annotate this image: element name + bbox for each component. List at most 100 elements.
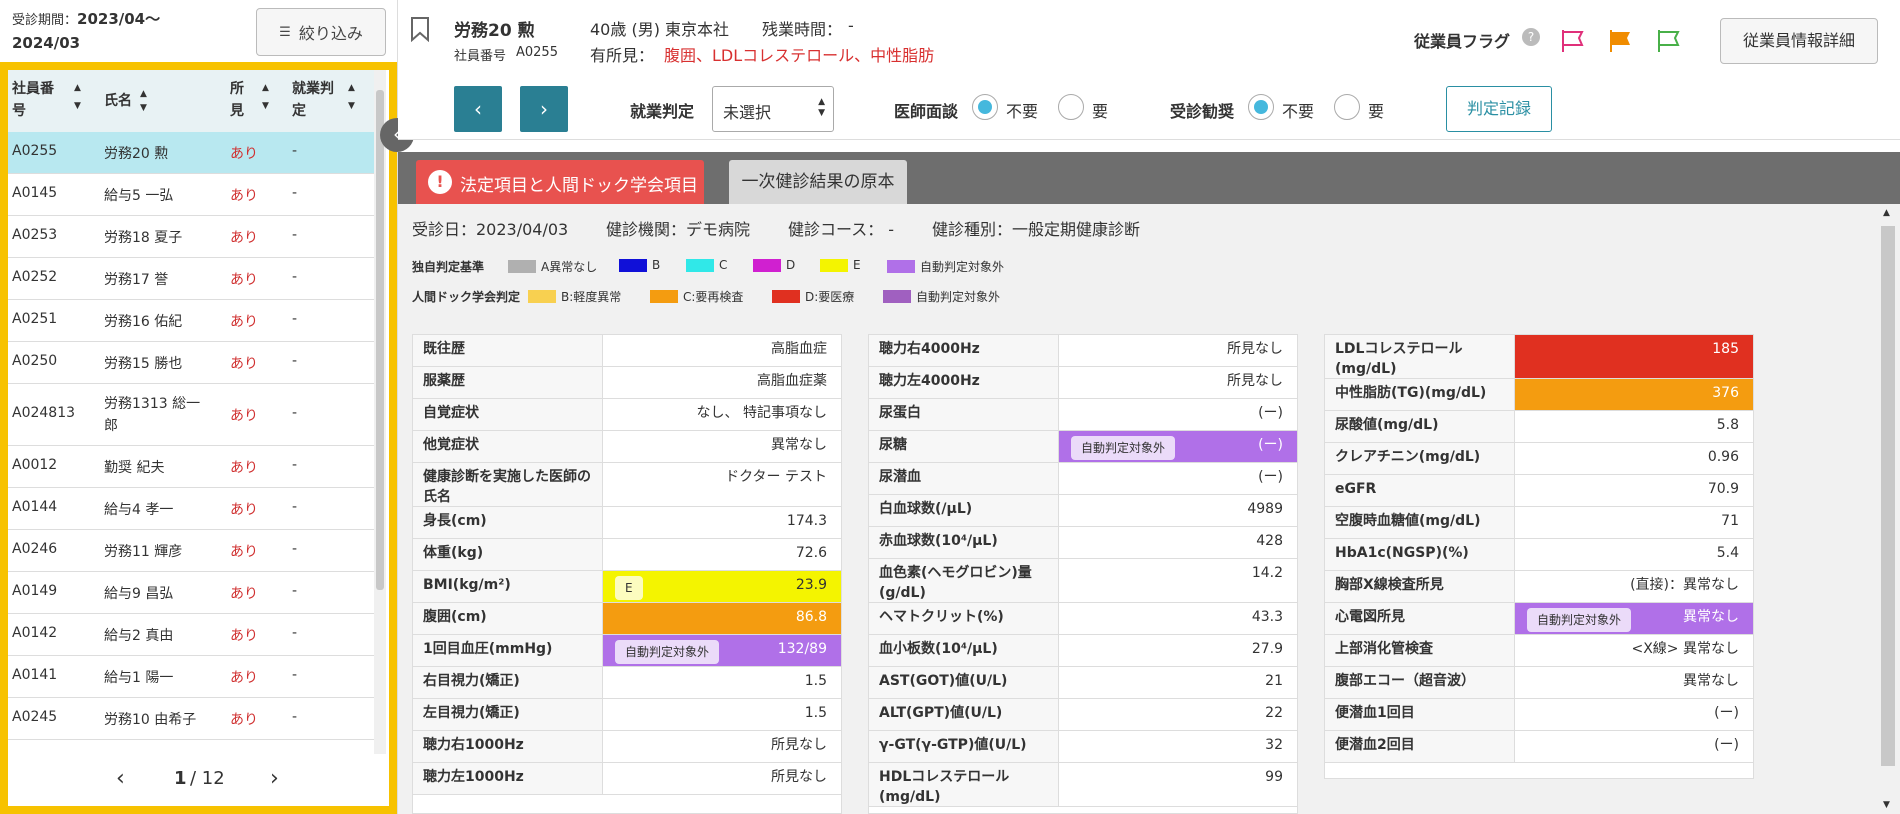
list-item[interactable]: A0253 労務18 夏子 あり -	[8, 216, 374, 258]
employee-name: 労務1313 総一郎	[104, 393, 200, 437]
result-label: eGFR	[1325, 475, 1515, 506]
result-value: (ー)	[1714, 705, 1739, 721]
result-value: 所見なし	[1227, 341, 1283, 357]
exam-institution: 健診機関：デモ病院	[606, 220, 751, 239]
list-item[interactable]: A0246 労務11 輝彦 あり -	[8, 530, 374, 572]
list-item[interactable]: A0251 労務16 佑紀 あり -	[8, 300, 374, 342]
finding-badge: あり	[230, 356, 258, 372]
work-judgment-select[interactable]: 未選択 ▲ ▼	[712, 86, 834, 132]
list-item[interactable]: A0012 勤奨 紀夫 あり -	[8, 446, 374, 488]
period: 受診期間：2023/04〜 2024/03	[12, 8, 252, 55]
result-value: 70.9	[1707, 481, 1739, 497]
list-item[interactable]: A0252 労務17 誉 あり -	[8, 258, 374, 300]
col-header-judgment[interactable]: 就業判定	[292, 78, 334, 122]
work-judgment-label: 就業判定	[630, 102, 695, 121]
result-value-cell: (ー)	[1059, 463, 1297, 494]
content-scrollbar[interactable]: ▲ ▼	[1876, 204, 1900, 814]
list-item[interactable]: A0141 給与1 陽一 あり -	[8, 656, 374, 698]
flag-green-icon[interactable]	[1656, 28, 1682, 54]
result-value-cell: 428	[1059, 527, 1297, 558]
sort-down-icon[interactable]: ▼	[74, 102, 81, 111]
sort-down-icon[interactable]: ▼	[140, 104, 147, 113]
employee-number-label: 社員番号	[454, 49, 507, 64]
overtime-label: 残業時間：	[762, 20, 843, 39]
flag-orange-icon[interactable]	[1608, 28, 1634, 54]
help-icon[interactable]: ?	[1522, 28, 1540, 46]
result-label: 聴力右1000Hz	[413, 731, 603, 762]
result-label: 身長(cm)	[413, 507, 603, 538]
list-item[interactable]: A0250 労務15 勝也 あり -	[8, 342, 374, 384]
list-item[interactable]: A0245 労務10 由希子 あり -	[8, 698, 374, 740]
list-item[interactable]: A024813 労務1313 総一郎 あり -	[8, 384, 374, 446]
sort-up-icon[interactable]: ▲	[140, 90, 147, 99]
legend-label: C	[719, 258, 728, 272]
next-employee-button[interactable]: ›	[520, 86, 568, 132]
employee-flag-label: 従業員フラグ	[1414, 32, 1511, 51]
sort-up-icon[interactable]: ▲	[74, 84, 81, 93]
result-label: 便潜血1回目	[1325, 699, 1515, 730]
result-label: LDLコレステロール(mg/dL)	[1325, 335, 1515, 378]
sort-up-icon[interactable]: ▲	[262, 84, 269, 93]
tab-original-results[interactable]: 一次健診結果の原本	[729, 160, 907, 204]
list-item[interactable]	[8, 740, 374, 754]
result-value-cell: 27.9	[1059, 635, 1297, 666]
next-page-button[interactable]: ›	[270, 766, 279, 791]
flag-red-icon[interactable]	[1560, 28, 1586, 54]
bookmark-icon[interactable]	[410, 16, 430, 42]
result-row: 血小板数(10⁴/μL) 27.9	[869, 635, 1297, 667]
list-scrollbar[interactable]	[374, 70, 386, 754]
result-label: 胸部X線検査所見	[1325, 571, 1515, 602]
sort-down-icon[interactable]: ▼	[348, 102, 355, 111]
result-value: 4989	[1247, 501, 1283, 517]
col-header-name[interactable]: 氏名	[104, 90, 132, 112]
doctor-interview-needed-radio[interactable]	[1058, 94, 1084, 120]
judgment-record-button[interactable]: 判定記録	[1446, 86, 1552, 132]
col-header-finding[interactable]: 所見	[230, 78, 244, 122]
findings-value: 腹囲、LDLコレステロール、中性脂肪	[664, 46, 935, 65]
result-label: 上部消化管検査	[1325, 635, 1515, 666]
prev-employee-button[interactable]: ‹	[454, 86, 502, 132]
result-label: 他覚症状	[413, 431, 603, 462]
finding-badge: あり	[230, 230, 258, 246]
result-value-cell: (直接)：異常なし	[1515, 571, 1753, 602]
result-label: ヘマトクリット(%)	[869, 603, 1059, 634]
list-item[interactable]: A0145 給与5 一弘 あり -	[8, 174, 374, 216]
employee-detail-button[interactable]: 従業員情報詳細	[1720, 18, 1878, 64]
result-row: AST(GOT)値(U/L) 21	[869, 667, 1297, 699]
result-row: 胸部X線検査所見 (直接)：異常なし	[1325, 571, 1753, 603]
col-header-id[interactable]: 社員番号	[12, 78, 54, 122]
list-item[interactable]: A0144 給与4 孝一 あり -	[8, 488, 374, 530]
work-judgment: -	[292, 583, 298, 599]
recommend-not-needed-radio[interactable]	[1248, 94, 1274, 120]
employee-name: 給与4 孝一	[104, 502, 174, 518]
scroll-up-icon[interactable]: ▲	[1883, 208, 1890, 218]
result-row: 血色素(ヘモグロビン)量(g/dL) 14.2	[869, 559, 1297, 603]
employee-name: 給与9 昌弘	[104, 586, 174, 602]
list-item[interactable]: A0142 給与2 真由 あり -	[8, 614, 374, 656]
work-judgment: -	[292, 499, 298, 515]
employee-name: 労務11 輝彦	[104, 544, 183, 560]
result-value-cell: 70.9	[1515, 475, 1753, 506]
result-label: 腹部エコー（超音波）	[1325, 667, 1515, 698]
filter-button[interactable]: ☰ 絞り込み	[256, 8, 386, 56]
legend-item: D:要医療	[772, 288, 854, 305]
result-label: 服薬歴	[413, 367, 603, 398]
recommend-needed-radio[interactable]	[1334, 94, 1360, 120]
result-value-cell: なし、 特記事項なし	[603, 399, 841, 430]
result-value-cell: 174.3	[603, 507, 841, 538]
doctor-opt2-label: 要	[1092, 102, 1109, 121]
sort-up-icon[interactable]: ▲	[348, 84, 355, 93]
result-value: 所見なし	[1227, 373, 1283, 389]
doctor-interview-not-needed-radio[interactable]	[972, 94, 998, 120]
result-label: 自覚症状	[413, 399, 603, 430]
prev-page-button[interactable]: ‹	[116, 766, 125, 791]
list-item[interactable]: A0255 労務20 勲 あり -	[8, 132, 374, 174]
result-value-cell: 高脂血症	[603, 335, 841, 366]
employee-name: 労務20 勲	[454, 21, 535, 41]
sort-down-icon[interactable]: ▼	[262, 102, 269, 111]
scroll-down-icon[interactable]: ▼	[1883, 800, 1890, 810]
tab-legal-items[interactable]: ! 法定項目と人間ドック学会項目	[416, 160, 704, 204]
result-value: 21	[1265, 673, 1283, 689]
list-item[interactable]: A0149 給与9 昌弘 あり -	[8, 572, 374, 614]
work-judgment: -	[292, 457, 298, 473]
